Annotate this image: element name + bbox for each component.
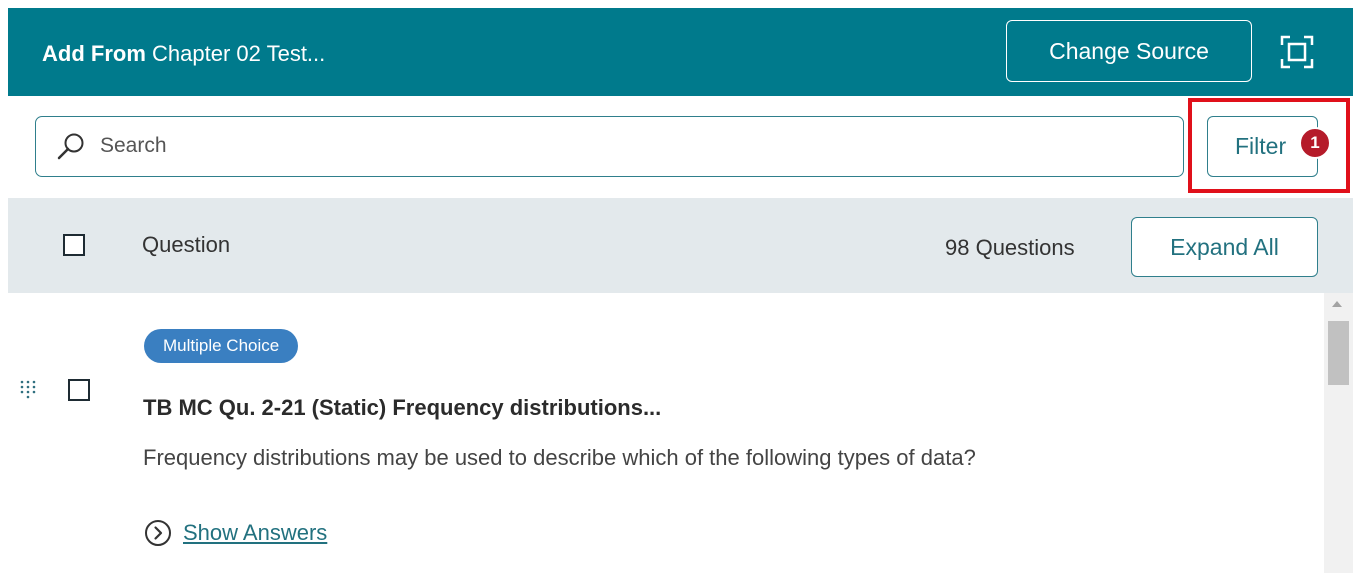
panel-title-source: Chapter 02 Test... bbox=[152, 41, 326, 66]
fullscreen-icon[interactable] bbox=[1280, 35, 1314, 69]
filter-count-badge: 1 bbox=[1299, 127, 1331, 159]
question-checkbox[interactable] bbox=[68, 379, 90, 401]
vertical-scrollbar[interactable] bbox=[1324, 293, 1353, 573]
question-count: 98 Questions bbox=[945, 235, 1075, 260]
show-answers-link[interactable]: Show Answers bbox=[183, 520, 327, 546]
search-input[interactable] bbox=[100, 117, 1170, 175]
question-type-badge: Multiple Choice bbox=[144, 329, 299, 363]
drag-handle-icon[interactable] bbox=[19, 379, 37, 399]
question-title[interactable]: TB MC Qu. 2-21 (Static) Frequency distri… bbox=[143, 395, 661, 421]
expand-all-button[interactable]: Expand All bbox=[1131, 217, 1318, 277]
search-box bbox=[35, 116, 1184, 177]
question-list: Multiple Choice TB MC Qu. 2-21 (Static) … bbox=[8, 293, 1324, 573]
show-answers-toggle[interactable]: Show Answers bbox=[144, 519, 327, 547]
change-source-button[interactable]: Change Source bbox=[1006, 20, 1252, 82]
chevron-right-circle-icon[interactable] bbox=[144, 519, 172, 547]
question-column-label: Question bbox=[142, 232, 231, 257]
panel-title: Add From Chapter 02 Test... bbox=[42, 41, 325, 67]
scroll-up-arrow-icon[interactable] bbox=[1332, 301, 1342, 307]
select-all-checkbox[interactable] bbox=[63, 234, 85, 256]
search-icon bbox=[57, 133, 84, 160]
question-list-header: Question 98 Questions Expand All bbox=[8, 198, 1353, 293]
panel-header: Add From Chapter 02 Test... Change Sourc… bbox=[8, 8, 1353, 96]
scrollbar-thumb[interactable] bbox=[1328, 321, 1349, 385]
panel-title-prefix: Add From bbox=[42, 41, 146, 66]
question-text: Frequency distributions may be used to d… bbox=[143, 445, 976, 470]
